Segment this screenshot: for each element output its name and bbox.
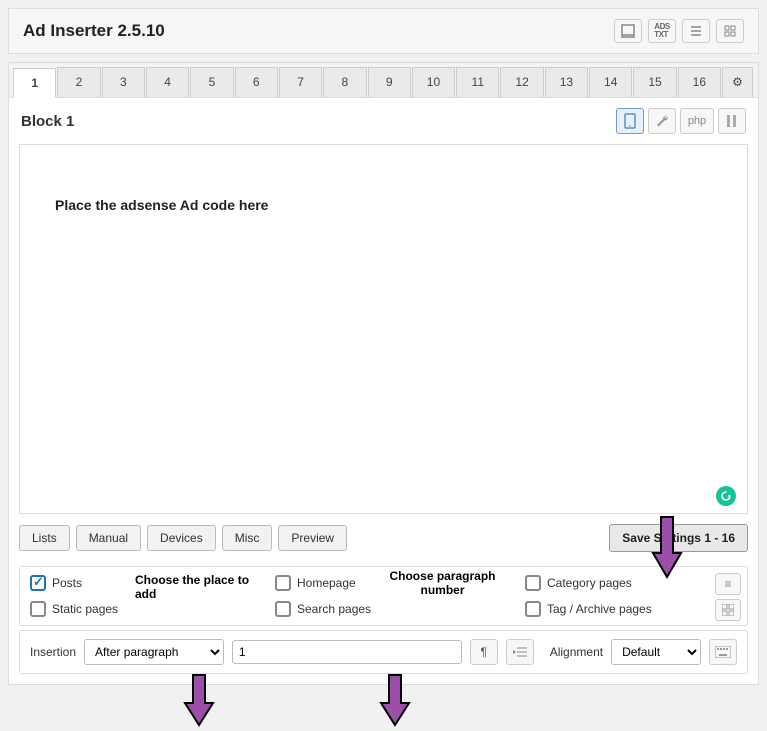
tab-5[interactable]: 5 [190,67,233,97]
search-checkbox[interactable] [275,601,291,617]
checks-panel: Posts Static pages Choose the place to a… [19,566,748,626]
paragraph-input[interactable] [232,640,462,664]
archive-checkbox[interactable] [525,601,541,617]
check-category[interactable]: Category pages [525,575,652,591]
preview-button[interactable]: Preview [278,525,347,551]
grammarly-icon[interactable] [716,486,736,506]
device-icon[interactable] [616,108,644,134]
category-checkbox[interactable] [525,575,541,591]
annotation-paragraph: Choose paragraph number [380,569,505,597]
tab-13[interactable]: 13 [545,67,588,97]
tab-11[interactable]: 11 [456,67,499,97]
arrow-paragraph [377,671,413,731]
block-header: Block 1 php [9,98,758,144]
tab-6[interactable]: 6 [235,67,278,97]
tab-10[interactable]: 10 [412,67,455,97]
main-panel: 1 2 3 4 5 6 7 8 9 10 11 12 13 14 15 16 ⚙… [8,62,759,685]
tab-3[interactable]: 3 [102,67,145,97]
arrow-place [181,671,217,731]
check-search[interactable]: Search pages [275,601,395,617]
tab-8[interactable]: 8 [323,67,366,97]
wrench-icon[interactable] [648,108,676,134]
tab-4[interactable]: 4 [146,67,189,97]
plugin-title: Ad Inserter 2.5.10 [23,21,165,41]
tab-14[interactable]: 14 [589,67,632,97]
alignment-label: Alignment [550,645,603,659]
tab-2[interactable]: 2 [57,67,100,97]
keyboard-icon[interactable] [709,639,737,665]
list-icon[interactable] [682,19,710,43]
php-button[interactable]: php [680,108,714,134]
ads-txt-icon[interactable]: ADSTXT [648,19,676,43]
check-static[interactable]: Static pages [30,601,135,617]
pause-icon[interactable] [718,108,746,134]
static-checkbox[interactable] [30,601,46,617]
header-icons: ADSTXT [614,19,744,43]
alignment-select[interactable]: Default [611,639,701,665]
tab-12[interactable]: 12 [500,67,543,97]
devices-button[interactable]: Devices [147,525,216,551]
code-placeholder: Place the adsense Ad code here [55,197,268,213]
tab-settings[interactable]: ⚙ [722,67,753,97]
indent-icon[interactable] [506,639,534,665]
insertion-panel: Insertion After paragraph ¶ Alignment De… [19,630,748,674]
home-checkbox[interactable] [275,575,291,591]
check-archive[interactable]: Tag / Archive pages [525,601,652,617]
code-textarea[interactable]: Place the adsense Ad code here [19,144,748,514]
button-row: Lists Manual Devices Misc Preview Save S… [9,524,758,562]
annotation-place: Choose the place to add [135,573,265,601]
insertion-select[interactable]: After paragraph [84,639,224,665]
tab-1[interactable]: 1 [13,68,56,98]
posts-checkbox[interactable] [30,575,46,591]
page-icon[interactable] [614,19,642,43]
plugin-header: Ad Inserter 2.5.10 ADSTXT [8,8,759,54]
grid-mini-icon[interactable] [715,599,741,621]
check-home[interactable]: Homepage [275,575,395,591]
list-mini-icon[interactable]: ≡ [715,573,741,595]
check-posts[interactable]: Posts [30,575,135,591]
manual-button[interactable]: Manual [76,525,141,551]
paragraph-icon[interactable]: ¶ [470,639,498,665]
tab-9[interactable]: 9 [368,67,411,97]
tabs-row: 1 2 3 4 5 6 7 8 9 10 11 12 13 14 15 16 ⚙ [9,63,758,98]
panel-mini-buttons: ≡ [715,573,741,621]
lists-button[interactable]: Lists [19,525,70,551]
grid-icon[interactable] [716,19,744,43]
block-title: Block 1 [21,113,74,130]
code-area: Place the adsense Ad code here [19,144,748,514]
tab-15[interactable]: 15 [633,67,676,97]
misc-button[interactable]: Misc [222,525,273,551]
arrow-save [649,513,685,583]
block-buttons: php [616,108,746,134]
tab-7[interactable]: 7 [279,67,322,97]
insertion-label: Insertion [30,645,76,659]
tab-16[interactable]: 16 [678,67,721,97]
